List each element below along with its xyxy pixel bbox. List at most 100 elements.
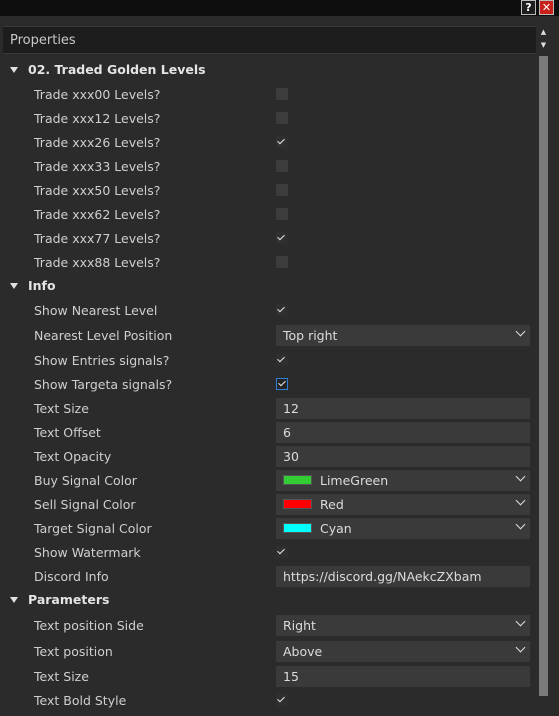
- text-size-input[interactable]: 12: [276, 398, 530, 419]
- expand-chevron-icon[interactable]: [10, 283, 18, 289]
- category-label: Info: [28, 278, 56, 293]
- scroll-up-icon[interactable]: ▲: [539, 28, 548, 37]
- prop-trade-xxx00: Trade xxx00 Levels?: [0, 82, 536, 106]
- input-value: https://discord.gg/NAekcZXbam: [283, 569, 482, 584]
- text-position-select[interactable]: Above: [276, 641, 530, 662]
- category-label: 02. Traded Golden Levels: [28, 62, 206, 77]
- chevron-down-icon[interactable]: [515, 495, 526, 506]
- chevron-down-icon[interactable]: [515, 642, 526, 653]
- prop-sell-signal-color: Sell Signal Color Red: [0, 492, 536, 516]
- checkbox-checked[interactable]: [276, 354, 288, 366]
- prop-label: Trade xxx26 Levels?: [34, 135, 161, 150]
- checkbox-checked-focused[interactable]: [276, 378, 288, 390]
- prop-discord-info: Discord Info https://discord.gg/NAekcZXb…: [0, 564, 536, 588]
- color-swatch: [283, 499, 312, 509]
- prop-label: Discord Info: [34, 569, 109, 584]
- checkbox-checked[interactable]: [276, 546, 288, 558]
- title-bar: ? ✕: [0, 0, 559, 16]
- prop-show-nearest-level: Show Nearest Level: [0, 298, 536, 322]
- prop-label: Trade xxx88 Levels?: [34, 255, 161, 270]
- text-offset-input[interactable]: 6: [276, 422, 530, 443]
- prop-label: Text position Side: [34, 618, 144, 633]
- checkbox-checked[interactable]: [276, 694, 288, 706]
- select-value: Above: [283, 644, 323, 659]
- prop-show-targeta-signals: Show Targeta signals?: [0, 372, 536, 396]
- select-value: Cyan: [320, 521, 352, 536]
- prop-text-bold-style: Text Bold Style: [0, 688, 536, 712]
- sell-color-select[interactable]: Red: [276, 494, 530, 515]
- vertical-scrollbar[interactable]: ▲ ▼: [537, 26, 550, 716]
- prop-label: Target Signal Color: [34, 521, 152, 536]
- prop-label: Text Bold Style: [34, 693, 127, 708]
- checkbox[interactable]: [276, 88, 288, 100]
- prop-label: Trade xxx00 Levels?: [34, 87, 161, 102]
- prop-text-opacity: Text Opacity 30: [0, 444, 536, 468]
- prop-buy-signal-color: Buy Signal Color LimeGreen: [0, 468, 536, 492]
- category-parameters[interactable]: Parameters: [0, 588, 536, 612]
- prop-label: Text Opacity: [34, 449, 112, 464]
- chevron-down-icon[interactable]: [515, 519, 526, 530]
- prop-text-offset: Text Offset 6: [0, 420, 536, 444]
- select-value: Red: [320, 497, 344, 512]
- expand-chevron-icon[interactable]: [10, 67, 18, 73]
- select-value: Top right: [283, 328, 338, 343]
- properties-header: Properties: [3, 26, 536, 54]
- help-button[interactable]: ?: [521, 0, 536, 15]
- scroll-down-icon[interactable]: ▼: [539, 41, 548, 50]
- prop-trade-xxx77: Trade xxx77 Levels?: [0, 226, 536, 250]
- expand-chevron-icon[interactable]: [10, 597, 18, 603]
- prop-trade-xxx12: Trade xxx12 Levels?: [0, 106, 536, 130]
- prop-label: Show Targeta signals?: [34, 377, 173, 392]
- category-traded-golden-levels[interactable]: 02. Traded Golden Levels: [0, 58, 536, 82]
- select-value: Right: [283, 618, 316, 633]
- prop-label: Show Nearest Level: [34, 303, 158, 318]
- prop-label: Text Size: [34, 669, 89, 684]
- close-button[interactable]: ✕: [539, 0, 554, 15]
- text-opacity-input[interactable]: 30: [276, 446, 530, 467]
- checkbox-checked[interactable]: [276, 136, 288, 148]
- checkbox[interactable]: [276, 184, 288, 196]
- checkbox-checked[interactable]: [276, 304, 288, 316]
- prop-label: Nearest Level Position: [34, 328, 173, 343]
- prop-label: Sell Signal Color: [34, 497, 136, 512]
- prop-label: Text position: [34, 644, 113, 659]
- chevron-down-icon[interactable]: [515, 326, 526, 337]
- prop-show-watermark: Show Watermark: [0, 540, 536, 564]
- buy-color-select[interactable]: LimeGreen: [276, 470, 530, 491]
- category-info[interactable]: Info: [0, 274, 536, 298]
- prop-label: Trade xxx62 Levels?: [34, 207, 161, 222]
- prop-label: Trade xxx33 Levels?: [34, 159, 161, 174]
- checkbox-checked[interactable]: [276, 232, 288, 244]
- scrollbar-thumb[interactable]: [539, 56, 548, 696]
- param-text-size-input[interactable]: 15: [276, 666, 530, 687]
- chevron-down-icon[interactable]: [515, 471, 526, 482]
- prop-label: Buy Signal Color: [34, 473, 137, 488]
- color-swatch: [283, 475, 312, 485]
- checkbox[interactable]: [276, 208, 288, 220]
- prop-label: Show Watermark: [34, 545, 141, 560]
- checkbox[interactable]: [276, 256, 288, 268]
- position-side-select[interactable]: Right: [276, 615, 530, 636]
- chevron-down-icon[interactable]: [515, 616, 526, 627]
- prop-label: Show Entries signals?: [34, 353, 170, 368]
- prop-nearest-level-position: Nearest Level Position Top right: [0, 323, 536, 347]
- prop-param-text-size: Text Size 15: [0, 664, 536, 688]
- prop-label: Trade xxx50 Levels?: [34, 183, 161, 198]
- prop-trade-xxx50: Trade xxx50 Levels?: [0, 178, 536, 202]
- input-value: 6: [283, 425, 291, 440]
- checkbox[interactable]: [276, 112, 288, 124]
- input-value: 12: [283, 401, 299, 416]
- category-label: Parameters: [28, 592, 110, 607]
- checkbox[interactable]: [276, 160, 288, 172]
- prop-text-position: Text position Above: [0, 639, 536, 663]
- prop-text-size: Text Size 12: [0, 396, 536, 420]
- prop-label: Text Offset: [34, 425, 101, 440]
- prop-label: Text Size: [34, 401, 89, 416]
- discord-info-input[interactable]: https://discord.gg/NAekcZXbam: [276, 566, 530, 587]
- nearest-position-select[interactable]: Top right: [276, 325, 530, 346]
- properties-title: Properties: [10, 33, 76, 48]
- prop-label: Trade xxx12 Levels?: [34, 111, 161, 126]
- target-color-select[interactable]: Cyan: [276, 518, 530, 539]
- select-value: LimeGreen: [320, 473, 389, 488]
- prop-label: Trade xxx77 Levels?: [34, 231, 161, 246]
